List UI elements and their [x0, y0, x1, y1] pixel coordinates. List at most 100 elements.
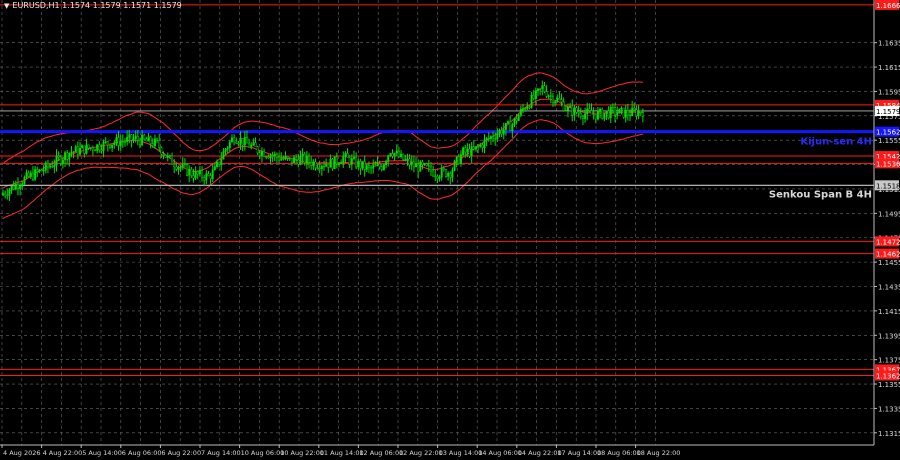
candle-body: [139, 139, 141, 146]
current-price-text: 1.1579: [876, 108, 900, 116]
candle-body: [209, 175, 212, 179]
candle-body: [256, 146, 259, 154]
candle-body: [344, 153, 347, 157]
candle-body: [85, 144, 88, 154]
candle-body: [365, 165, 368, 170]
candle-body: [124, 141, 126, 143]
candle-body: [378, 163, 381, 168]
candle-body: [427, 165, 430, 167]
candle-body: [624, 109, 627, 118]
level-price-text: 1.1462: [876, 251, 900, 259]
candle-body: [537, 88, 539, 92]
candle-body: [519, 108, 522, 116]
candle-body: [171, 155, 174, 165]
candle-body: [254, 142, 257, 147]
y-tick-label: 1.1455: [878, 259, 900, 267]
candle-body: [616, 113, 619, 116]
candle-body: [425, 163, 428, 167]
candle-body: [188, 169, 191, 176]
candle-body: [455, 156, 458, 162]
candle-body: [564, 109, 567, 112]
candle-body: [361, 161, 364, 169]
candle-body: [631, 107, 634, 116]
candle-body: [588, 108, 591, 111]
candle-body: [100, 149, 103, 151]
candle-body: [119, 141, 122, 147]
candle-body: [333, 156, 336, 169]
candle-body: [246, 136, 248, 144]
candle-body: [620, 107, 623, 110]
candle-body: [265, 156, 268, 158]
candle-body: [601, 108, 604, 119]
candle-body: [513, 118, 516, 125]
candle-body: [179, 166, 182, 169]
candle-body: [584, 113, 587, 119]
kijun-price-text: 1.1562: [876, 129, 900, 137]
candle-body: [23, 177, 26, 185]
candle-body: [348, 157, 351, 165]
candle-series: [2, 80, 644, 202]
candle-body: [10, 185, 13, 191]
candle-body: [151, 143, 154, 147]
candle-body: [183, 163, 186, 166]
candle-body: [596, 111, 599, 120]
candle-body: [579, 112, 582, 118]
candle-body: [141, 134, 144, 146]
candle-body: [87, 144, 90, 149]
candle-body: [485, 137, 488, 140]
y-tick-label: 1.1435: [878, 284, 900, 292]
candle-body: [438, 176, 441, 179]
candle-body: [42, 169, 45, 172]
candle-body: [205, 173, 208, 181]
candle-body: [79, 147, 81, 155]
candle-body: [408, 158, 411, 166]
candle-body: [134, 135, 137, 139]
candle-body: [622, 107, 625, 118]
candle-body: [611, 107, 614, 109]
candle-body: [192, 175, 195, 179]
candle-body: [293, 157, 295, 164]
candle-body: [342, 156, 345, 164]
candle-body: [102, 141, 105, 151]
candle-body: [338, 163, 340, 165]
candle-body: [211, 169, 214, 179]
senkou-span-b-label: Senkou Span B 4H: [769, 189, 872, 200]
candle-body: [412, 161, 415, 168]
candle-body: [269, 155, 272, 159]
candle-body: [8, 189, 11, 196]
candle-body: [194, 171, 197, 179]
candle-body: [477, 146, 480, 148]
candle-body: [487, 137, 490, 140]
candle-body: [59, 156, 62, 164]
candle-body: [278, 156, 281, 161]
candle-body: [40, 169, 43, 172]
candle-body: [346, 153, 349, 158]
candle-body: [198, 170, 201, 175]
candle-body: [252, 142, 255, 146]
candle-body: [297, 159, 300, 165]
candle-body: [468, 148, 471, 157]
candle-body: [635, 109, 638, 117]
x-tick-label: 14 Aug 06:00: [478, 449, 522, 457]
candle-body: [534, 90, 537, 99]
candle-body: [618, 108, 621, 114]
x-tick-label: 12 Aug 06:00: [359, 449, 403, 457]
candle-body: [109, 144, 111, 148]
candle-body: [494, 137, 497, 140]
lower-band-line: [2, 119, 643, 220]
candle-body: [325, 164, 328, 167]
candle-body: [496, 133, 499, 140]
candle-body: [153, 138, 156, 147]
dropdown-triangle-icon[interactable]: ▼: [4, 2, 9, 10]
candle-body: [320, 165, 323, 170]
price-chart[interactable]: Senkou Span B 4H Kijun-sen 4H 1.1315 1.133…: [0, 0, 900, 460]
senkou-price-text: 1.1518: [876, 182, 900, 190]
candle-body: [406, 158, 409, 161]
candle-body: [196, 171, 199, 175]
candle-body: [569, 105, 572, 108]
candle-body: [335, 156, 338, 165]
candle-body: [51, 165, 54, 168]
candle-body: [590, 110, 593, 115]
symbol-header: ▼ EURUSD,H1 1.1574 1.1579 1.1571 1.1579: [4, 1, 182, 10]
candle-body: [367, 165, 370, 168]
